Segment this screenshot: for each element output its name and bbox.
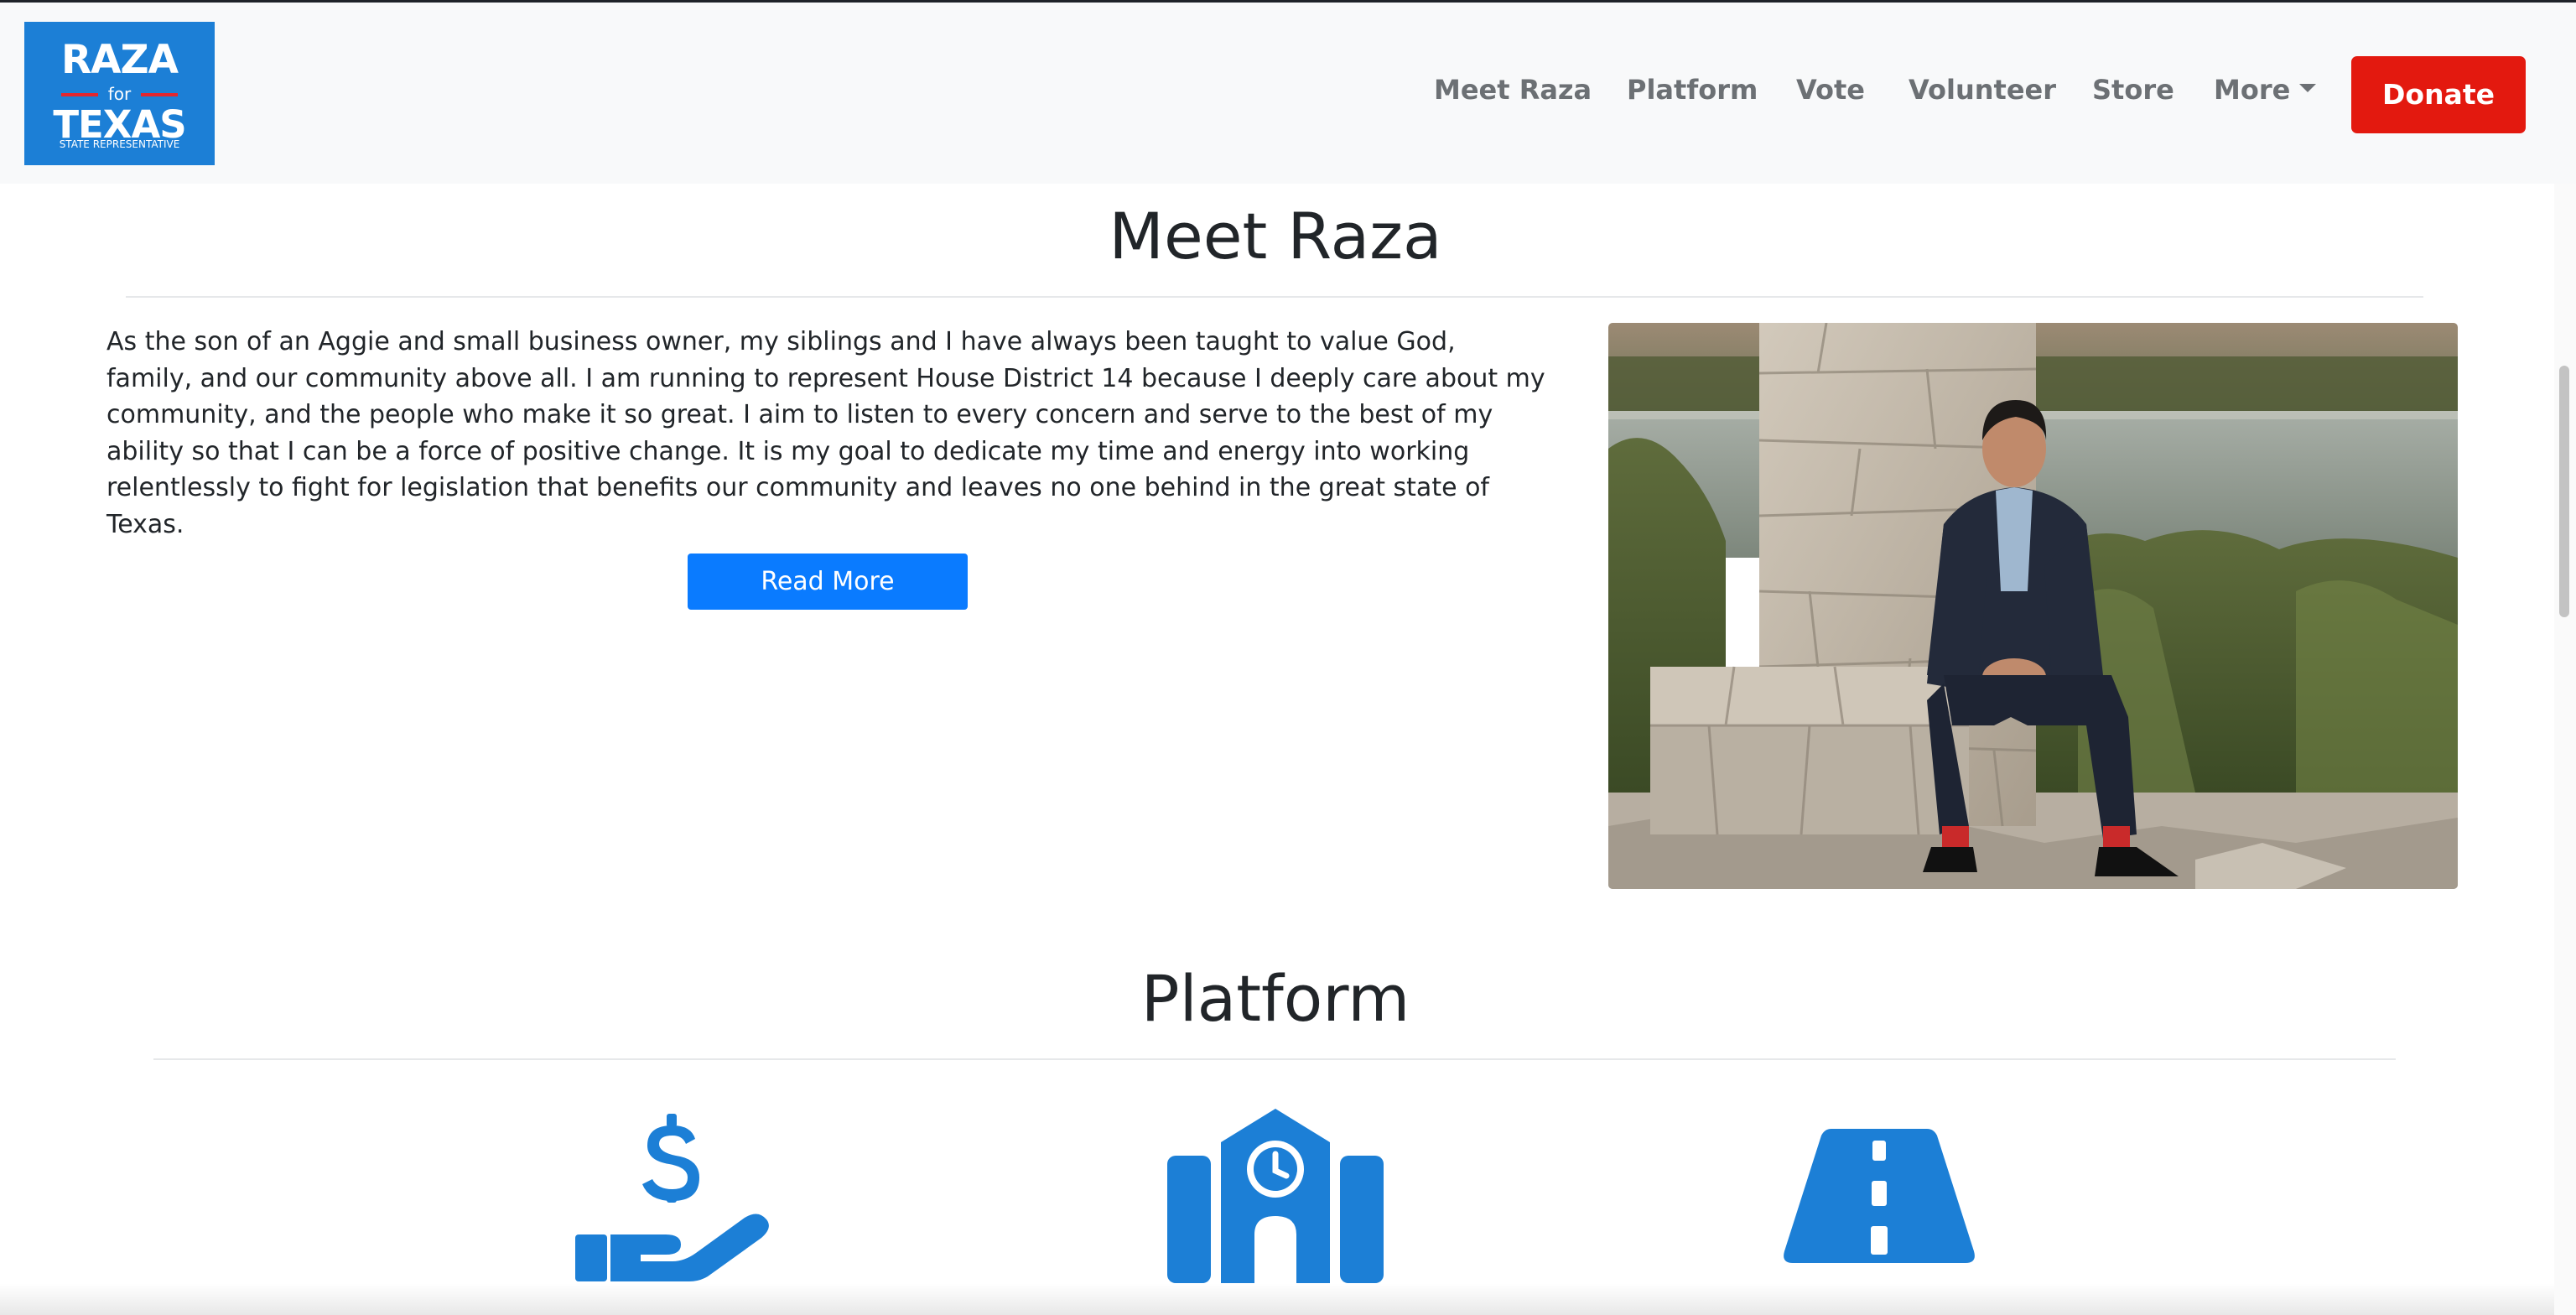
meet-raza-heading: Meet Raza	[1109, 199, 1442, 273]
viewport-bottom-shadow	[0, 1283, 2554, 1315]
logo-text-for: for	[107, 84, 132, 104]
donate-button[interactable]: Donate	[2351, 56, 2526, 133]
navbar: RAZA for TEXAS STATE REPRESENTATIVE Meet…	[0, 3, 2576, 184]
logo-for-row: for	[24, 84, 215, 104]
page-scrollbar-track[interactable]	[2554, 184, 2576, 1315]
meet-raza-intro-text: As the son of an Aggie and small busines…	[106, 327, 1545, 539]
logo-text-subtitle: STATE REPRESENTATIVE	[59, 138, 180, 150]
hand-dollar-icon	[574, 1109, 771, 1283]
page-scrollbar-thumb[interactable]	[2559, 366, 2569, 617]
candidate-photo	[1608, 323, 2458, 889]
road-icon	[1783, 1129, 1976, 1263]
page: RAZA for TEXAS STATE REPRESENTATIVE Meet…	[0, 0, 2576, 1315]
nav-link-more[interactable]: More	[2214, 70, 2290, 110]
school-clock-icon	[1167, 1109, 1384, 1283]
logo-text-raza: RAZA	[60, 37, 179, 83]
meet-raza-divider	[126, 296, 2423, 298]
nav-link-vote[interactable]: Vote	[1796, 70, 1865, 110]
site-logo[interactable]: RAZA for TEXAS STATE REPRESENTATIVE	[24, 22, 215, 165]
nav-link-meet-raza[interactable]: Meet Raza	[1434, 70, 1592, 110]
nav-link-volunteer[interactable]: Volunteer	[1909, 70, 2056, 110]
nav-link-store[interactable]: Store	[2092, 70, 2174, 110]
logo-bar-right	[141, 93, 178, 96]
nav-link-platform[interactable]: Platform	[1627, 70, 1758, 110]
chevron-down-icon[interactable]	[2299, 84, 2316, 92]
platform-heading: Platform	[1140, 961, 1410, 1036]
read-more-button[interactable]: Read More	[688, 554, 968, 610]
platform-divider	[153, 1058, 2396, 1060]
